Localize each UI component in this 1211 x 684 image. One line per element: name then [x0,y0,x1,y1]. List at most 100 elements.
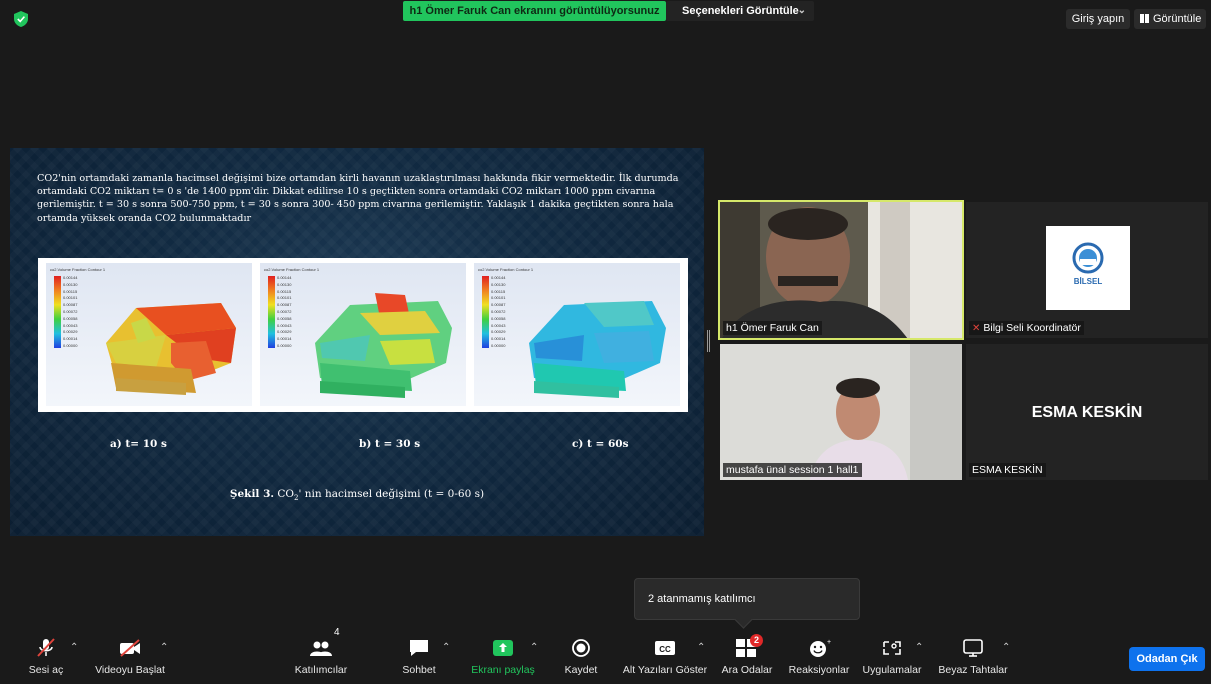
participant-display-name: ESMA KESKİN [1031,404,1143,421]
participant-tile-mustafa[interactable]: mustafa ünal session 1 hall1 [720,344,962,480]
share-options-caret-icon[interactable]: ⌃ [530,642,538,653]
legend-value: 0.00130 [491,281,506,287]
participant-tile-host[interactable]: h1 Ömer Faruk Can [718,200,964,340]
reactions-button[interactable]: + Reaksiyonlar [786,630,852,684]
logo-text: BİLSEL [1074,277,1103,286]
share-screen-icon [493,640,513,656]
legend-value: 0.00058 [63,315,78,321]
chat-bubble-icon [410,640,428,656]
bilsel-logo-icon: BİLSEL [1072,242,1104,286]
simulation-figure: co2.Volume Fraction Contour 1 0.00144 0.0… [38,258,688,412]
chat-button[interactable]: Sohbet [396,630,442,684]
legend-value: 0.00043 [491,322,506,328]
video-feed [720,344,962,480]
start-video-label: Videoyu Başlat [95,664,165,676]
svg-text:CC: CC [659,645,671,654]
share-screen-label: Ekranı paylaş [471,664,535,676]
simulation-panel-c: co2.Volume Fraction Contour 1 0.00144 0.0… [474,263,680,406]
legend-value: 0.00087 [63,302,78,308]
whiteboards-options-caret-icon[interactable]: ⌃ [1002,642,1010,653]
legend-value: 0.00130 [277,281,292,287]
meeting-toolbar: Sesi aç ⌃ Videoyu Başlat ⌃ 4 Katılımcıla… [0,627,1211,684]
view-options-label: Seçenekleri Görüntüle [682,5,799,17]
participant-name: h1 Ömer Faruk Can [723,321,822,335]
legend-value: 0.00144 [491,275,506,280]
figure-caption: Şekil 3. CO2' nin hacimsel değişimi (t =… [10,488,704,502]
legend-value: 0.00014 [277,336,292,342]
legend-value: 0.00087 [491,302,506,308]
legend-value: 0.00029 [277,329,292,335]
sign-in-button[interactable]: Giriş yapın [1066,9,1130,29]
legend-value: 0.00072 [491,309,506,314]
share-screen-button[interactable]: Ekranı paylaş [468,630,538,684]
legend-value: 0.00101 [491,295,506,301]
apps-button[interactable]: Uygulamalar [860,630,924,684]
figure-caption-post: ' nin hacimsel değişimi (t = 0-60 s) [298,488,485,500]
show-captions-label: Alt Yazıları Göster [622,664,708,676]
participant-tile-bilgi[interactable]: BİLSEL ✕ Bilgi Seli Koordinatör [966,202,1208,338]
audio-options-caret-icon[interactable]: ⌃ [70,642,78,653]
unassigned-participants-tooltip[interactable]: 2 atanmamış katılımcı [634,578,860,620]
legend-value: 0.00144 [63,275,78,280]
closed-captions-icon: CC [655,641,675,655]
record-button[interactable]: Kaydet [560,630,602,684]
participant-tile-esma[interactable]: ESMA KESKİN ESMA KESKİN [966,344,1208,480]
breakout-rooms-label: Ara Odalar [721,664,773,676]
legend-value: 0.00115 [491,288,506,294]
video-options-caret-icon[interactable]: ⌃ [160,642,168,653]
legend-value: 0.00014 [63,336,78,342]
breakout-rooms-icon: 2 [735,634,763,658]
view-options-dropdown[interactable]: Seçenekleri Görüntüle ⌄ [666,1,814,21]
chat-label: Sohbet [402,664,436,676]
shared-screen: CO2'nin ortamdaki zamanla hacimsel değiş… [10,148,704,536]
mic-muted-icon [37,638,55,657]
bilsel-logo: BİLSEL [1046,226,1130,310]
caption-a: a) t= 10 s [110,438,167,450]
whiteboard-icon [963,639,983,657]
legend-value: 0.00130 [63,281,78,287]
video-feed [720,202,962,338]
view-label: Görüntüle [1153,13,1202,25]
legend-value: 0.00043 [63,322,78,328]
leave-meeting-button[interactable]: Odadan Çık [1129,647,1205,671]
view-button[interactable]: Görüntüle [1134,9,1206,29]
participant-name: Bilgi Seli Koordinatör [983,322,1081,334]
chat-options-caret-icon[interactable]: ⌃ [442,642,450,653]
breakout-rooms-button[interactable]: 2 Ara Odalar [720,630,774,684]
figure-caption-pre: CO [274,488,295,500]
legend-value: 0.00144 [277,275,292,280]
unmute-button[interactable]: Sesi aç [22,630,70,684]
captions-options-caret-icon[interactable]: ⌃ [697,642,705,653]
show-captions-button[interactable]: CC Alt Yazıları Göster [620,630,710,684]
legend-value: 0.00029 [491,329,506,335]
shield-check-icon[interactable] [14,11,28,27]
legend-value: 0.00000 [277,343,292,348]
legend-value: 0.00000 [63,343,78,348]
whiteboards-button[interactable]: Beyaz Tahtalar [936,630,1010,684]
legend-value: 0.00014 [491,336,506,342]
legend-value: 0.00115 [63,288,78,294]
start-video-button[interactable]: Videoyu Başlat [90,630,170,684]
participants-icon [310,641,332,656]
chevron-down-icon: ⌄ [797,5,806,16]
legend-value: 0.00101 [63,295,78,301]
whiteboards-label: Beyaz Tahtalar [938,664,1008,676]
slide-paragraph: CO2'nin ortamdaki zamanla hacimsel değiş… [37,173,679,224]
participant-name: mustafa ünal session 1 hall1 [723,463,862,477]
breakout-rooms-badge: 2 [750,634,763,647]
participants-button[interactable]: 4 Katılımcılar [288,627,354,684]
zoom-meeting-window: h1 Ömer Faruk Can ekranını görüntülüyors… [0,0,1211,684]
grid-view-icon [1140,14,1149,23]
participant-name-wrap: ✕ Bilgi Seli Koordinatör [969,321,1084,335]
figure-caption-label: Şekil 3. [229,488,275,500]
apps-label: Uygulamalar [862,664,922,676]
participant-name: ESMA KESKİN [969,463,1046,477]
apps-icon [883,641,901,655]
unmute-label: Sesi aç [28,664,64,676]
emoji-reaction-icon: + [810,639,831,657]
apps-options-caret-icon[interactable]: ⌃ [915,642,923,653]
simulation-panel-b: co2.Volume Fraction Contour 1 0.00144 0.0… [260,263,466,406]
legend-value: 0.00000 [491,343,506,348]
panel-resize-handle[interactable] [707,330,710,352]
legend-value: 0.00072 [63,309,78,314]
